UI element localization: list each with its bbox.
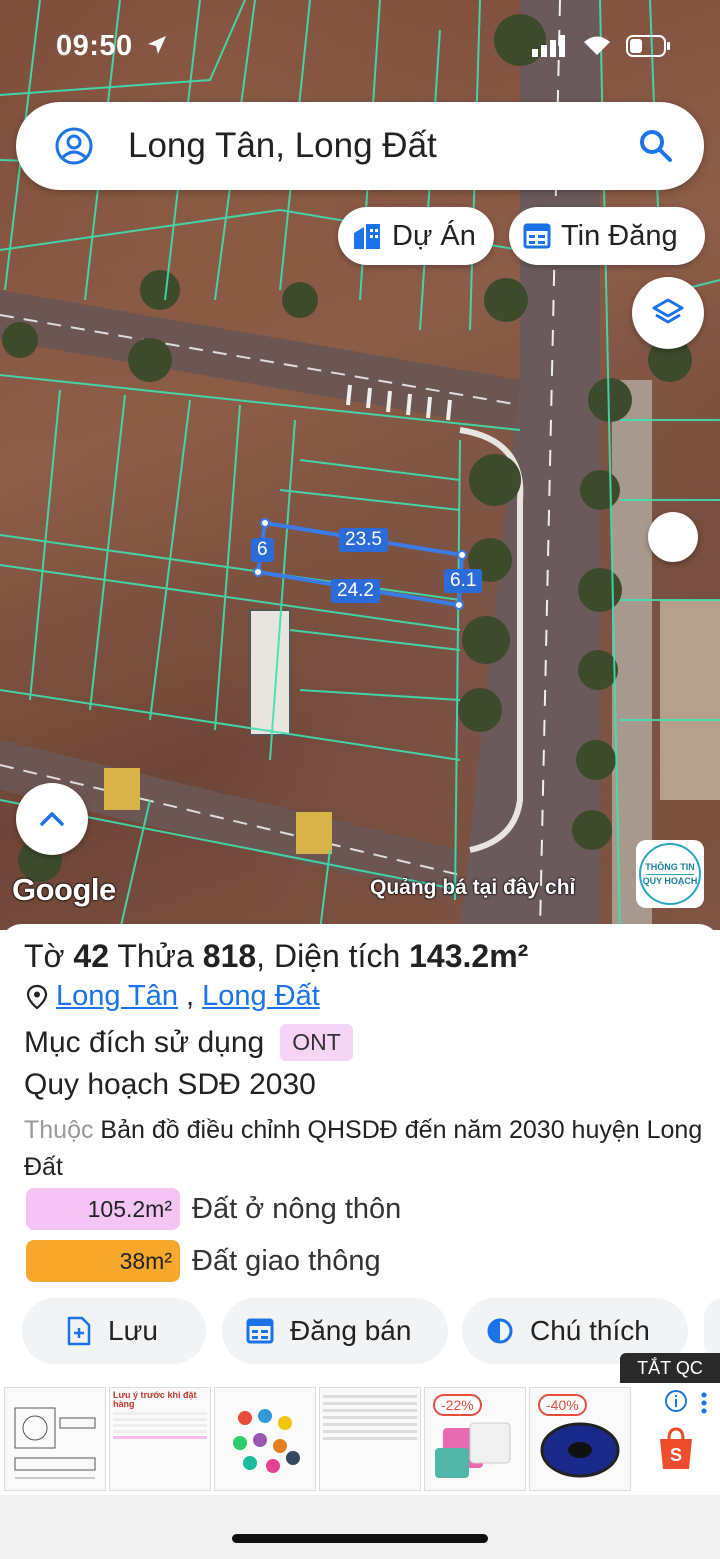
parcel-title: Tờ 42 Thửa 818, Diện tích 143.2m²	[24, 938, 528, 975]
add-file-icon	[67, 1316, 91, 1346]
chevron-up-icon	[40, 812, 64, 826]
save-button-label: Lưu	[108, 1315, 158, 1346]
contrast-icon	[487, 1318, 513, 1344]
map-ad-text[interactable]: Quảng bá tại đây chỉ	[370, 876, 575, 900]
ad-banner[interactable]: Lưu ý trước khi đặt hàng -22% -40% S	[0, 1383, 720, 1495]
ad-item-2-text: Lưu ý trước khi đặt hàng	[110, 1388, 210, 1445]
google-logo: Google	[12, 872, 116, 907]
post-for-sale-label: Đăng bán	[290, 1315, 412, 1346]
parcel-location: Long Tân, Long Đất	[26, 980, 320, 1013]
projects-chip-label: Dự Án	[392, 219, 476, 252]
area-label-rural: Đất ở nông thôn	[192, 1192, 402, 1225]
dim-label-left: 6	[251, 538, 274, 562]
listings-chip-label: Tin Đăng	[561, 219, 678, 252]
ad-item-3[interactable]	[214, 1387, 316, 1491]
layers-button[interactable]	[632, 277, 704, 349]
discount-badge-1: -22%	[433, 1394, 482, 1416]
area-label-traffic: Đất giao thông	[192, 1244, 381, 1277]
dim-label-right: 6.1	[444, 569, 483, 593]
calendar-icon	[523, 223, 551, 249]
area-value-rural: 105.2m²	[26, 1188, 180, 1230]
scroll-handle[interactable]	[648, 512, 698, 562]
plan-desc-prefix: Thuộc	[24, 1116, 94, 1144]
ad-item-5[interactable]: -22%	[424, 1387, 526, 1491]
location-link-commune[interactable]: Long Tân	[56, 980, 178, 1013]
location-arrow-icon	[148, 36, 167, 54]
ad-item-2-title: Lưu ý trước khi đặt hàng	[113, 1390, 197, 1409]
svg-text:S: S	[670, 1445, 682, 1465]
ad-info-icon[interactable]	[664, 1389, 688, 1413]
layers-icon	[652, 298, 684, 324]
ad-more-icon[interactable]	[698, 1391, 710, 1415]
area-value: 143.2m²	[409, 938, 529, 974]
map-pin-icon	[26, 984, 48, 1009]
plan-description: Thuộc Bản đồ điều chỉnh QHSDĐ đến năm 20…	[24, 1112, 704, 1186]
ad-item-2[interactable]: Lưu ý trước khi đặt hàng	[109, 1387, 211, 1491]
search-icon[interactable]	[638, 128, 674, 164]
cellular-signal-icon	[532, 35, 565, 57]
land-use-row: Mục đích sử dụng ONT	[24, 1024, 353, 1061]
land-use-label: Mục đích sử dụng	[24, 1025, 265, 1059]
plot-label: Thửa	[109, 938, 203, 974]
home-indicator[interactable]	[232, 1534, 488, 1543]
close-ad-button[interactable]: TẮT QC	[620, 1353, 720, 1383]
area-breakdown-rural: 105.2m² Đất ở nông thôn	[26, 1188, 401, 1230]
post-for-sale-button[interactable]: Đăng bán	[222, 1298, 448, 1364]
save-button[interactable]: Lưu	[22, 1298, 206, 1364]
projects-chip[interactable]: Dự Án	[338, 207, 494, 265]
location-separator: ,	[186, 980, 195, 1012]
discount-badge-2: -40%	[538, 1394, 587, 1416]
dim-label-top: 23.5	[339, 528, 388, 552]
ad-item-4-text	[320, 1388, 420, 1447]
search-bar[interactable]: Long Tân, Long Đất	[16, 102, 704, 190]
badge-line-1: THÔNG TIN	[645, 861, 695, 872]
badge-line-2: QUY HOẠCH	[642, 875, 698, 886]
land-use-badge: ONT	[280, 1024, 353, 1061]
wifi-icon	[584, 36, 610, 55]
search-input[interactable]: Long Tân, Long Đất	[128, 126, 437, 166]
battery-icon	[626, 35, 670, 57]
account-icon[interactable]	[54, 126, 94, 166]
status-indicators	[532, 34, 672, 58]
status-time: 09:50	[56, 30, 169, 63]
home-area	[0, 1495, 720, 1559]
colorful-pegs-image	[233, 1409, 300, 1473]
plot-number: 818	[202, 938, 257, 974]
map-view[interactable]: 23.5 6 24.2 6.1 09:50 Long Tân, Long Đất	[0, 0, 720, 930]
shopee-bag-icon: S	[660, 1427, 692, 1469]
building-icon	[354, 224, 380, 249]
expand-up-button[interactable]	[16, 783, 88, 855]
planning-info-badge[interactable]: THÔNG TIN QUY HOẠCH	[636, 840, 704, 908]
parcel-info-sheet: Tờ 42 Thửa 818, Diện tích 143.2m² Long T…	[0, 924, 720, 1382]
area-value-traffic: 38m²	[26, 1240, 180, 1282]
area-breakdown-traffic: 38m² Đất giao thông	[26, 1240, 381, 1282]
calendar-icon	[246, 1318, 274, 1344]
plan-title: Quy hoạch SDĐ 2030	[24, 1068, 316, 1101]
technical-drawing-image	[14, 1407, 96, 1479]
ad-item-4[interactable]	[319, 1387, 421, 1491]
plan-desc-text: Bản đồ điều chỉnh QHSDĐ đến năm 2030 huy…	[24, 1116, 703, 1181]
planning-info-logo: THÔNG TIN QUY HOẠCH	[639, 843, 701, 905]
ad-item-1[interactable]	[4, 1387, 106, 1491]
sheet-number: 42	[73, 938, 110, 974]
listings-chip[interactable]: Tin Đăng	[509, 207, 705, 265]
sheet-label: Tờ	[24, 938, 74, 974]
ad-item-6[interactable]: -40%	[529, 1387, 631, 1491]
dim-label-bottom: 24.2	[331, 579, 380, 603]
area-label: , Diện tích	[256, 938, 410, 974]
location-link-district[interactable]: Long Đất	[202, 980, 320, 1013]
clock: 09:50	[56, 30, 133, 62]
legend-button-label: Chú thích	[530, 1315, 650, 1346]
